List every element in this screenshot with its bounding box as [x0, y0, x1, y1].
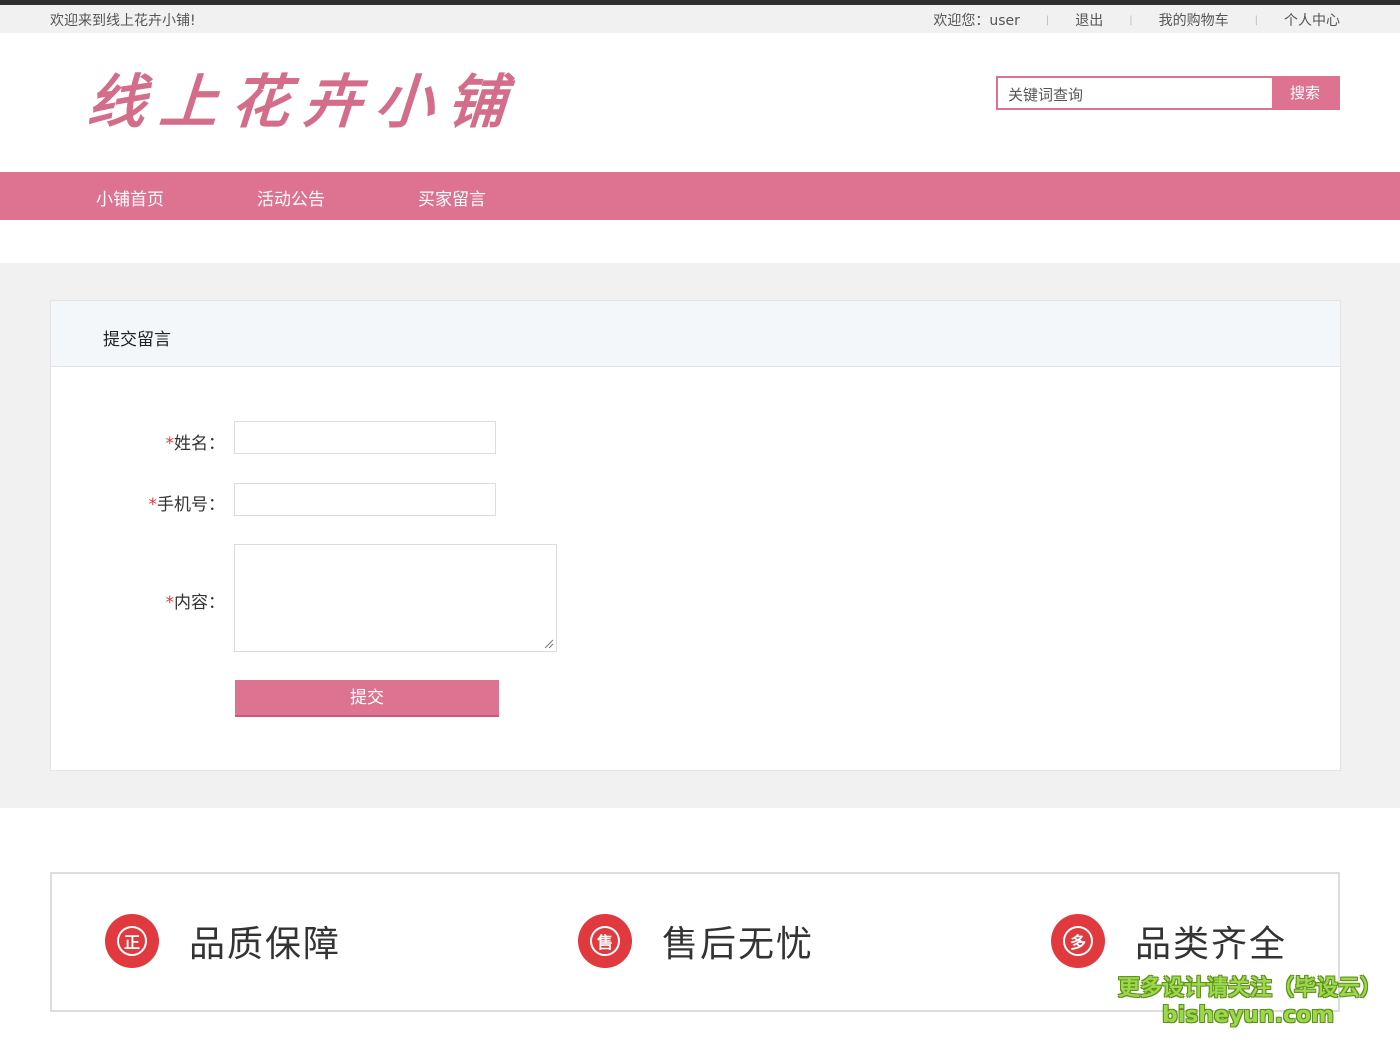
feature-quality: 正 品质保障: [105, 914, 341, 968]
feature-label: 售后无忧: [662, 924, 815, 965]
phone-label-text: 手机号：: [157, 495, 225, 515]
panel-header: 提交留言: [51, 301, 1340, 367]
main-nav: 小铺首页 活动公告 买家留言: [0, 172, 1400, 220]
search-input[interactable]: 关键词查询: [998, 78, 1272, 108]
site-header: 线上花卉小铺 关键词查询 搜索: [0, 33, 1400, 172]
user-center-link[interactable]: 个人中心: [1284, 10, 1340, 30]
certified-badge-icon: 正: [105, 914, 159, 968]
user-greeting: 欢迎您：user: [933, 13, 1020, 29]
multi-category-icon: 多: [1051, 914, 1105, 968]
watermark-line1: 更多设计请关注（毕设云）: [1118, 976, 1383, 1001]
name-label: *姓名：: [166, 429, 226, 454]
nav-item-home[interactable]: 小铺首页: [96, 185, 164, 210]
required-mark: *: [148, 495, 158, 515]
nav-item-announcements[interactable]: 活动公告: [257, 185, 325, 210]
search-button[interactable]: 搜索: [1272, 78, 1338, 108]
feature-after-sales: 售 售后无忧: [578, 914, 814, 968]
content-label: *内容：: [166, 588, 226, 613]
search-box: 关键词查询 搜索: [996, 76, 1340, 110]
feature-label: 品类齐全: [1135, 924, 1288, 965]
user-links: 欢迎您：user | 退出 | 我的购物车 | 个人中心: [933, 10, 1340, 30]
logout-link[interactable]: 退出: [1075, 10, 1103, 30]
feature-icon-char: 正: [117, 926, 147, 956]
cart-link[interactable]: 我的购物车: [1159, 10, 1229, 30]
required-mark: *: [165, 434, 175, 454]
submit-button[interactable]: 提交: [235, 680, 499, 717]
name-field[interactable]: [234, 421, 496, 454]
feature-icon-char: 售: [590, 926, 620, 956]
message-form-panel: 提交留言 *姓名： *手机号： *内容： 提交: [50, 300, 1341, 771]
welcome-text: 欢迎来到线上花卉小铺!: [50, 13, 196, 29]
phone-field[interactable]: [234, 483, 496, 516]
content-label-text: 内容：: [174, 593, 225, 613]
divider: |: [1129, 14, 1133, 26]
phone-label: *手机号：: [149, 490, 226, 515]
divider: |: [1045, 14, 1050, 26]
name-label-text: 姓名：: [174, 434, 225, 454]
shield-sale-icon: 售: [578, 914, 632, 968]
resize-handle-icon[interactable]: [544, 639, 554, 649]
feature-icon-char: 多: [1063, 926, 1093, 956]
divider: |: [1254, 14, 1258, 26]
watermark: 更多设计请关注（毕设云） bisheyun.com: [1118, 975, 1383, 1029]
panel-title: 提交留言: [103, 330, 171, 350]
feature-label: 品质保障: [189, 924, 342, 965]
feature-categories: 多 品类齐全: [1051, 914, 1287, 968]
required-mark: *: [165, 593, 175, 613]
content-textarea[interactable]: [234, 544, 557, 652]
watermark-line2: bisheyun.com: [1161, 1003, 1335, 1028]
top-bar: 欢迎来到线上花卉小铺! 欢迎您：user | 退出 | 我的购物车 | 个人中心: [0, 5, 1400, 33]
nav-item-messages[interactable]: 买家留言: [418, 185, 486, 210]
site-logo[interactable]: 线上花卉小铺: [85, 55, 523, 139]
